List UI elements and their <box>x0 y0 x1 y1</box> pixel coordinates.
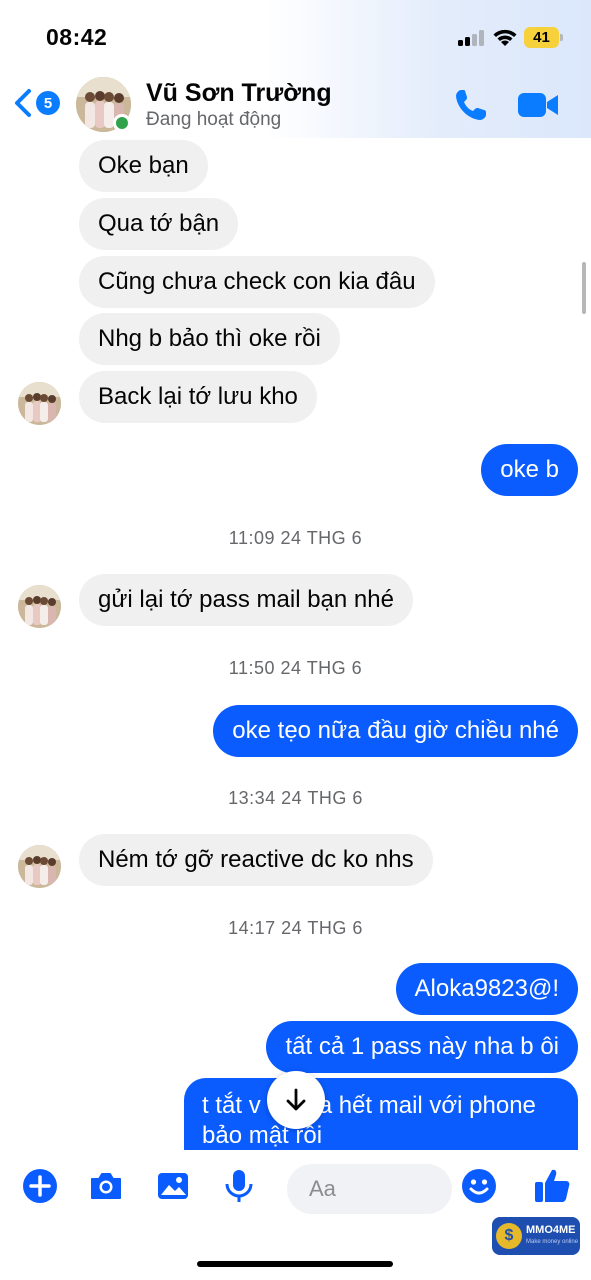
home-indicator[interactable] <box>197 1261 393 1267</box>
outgoing-message[interactable]: Aloka9823@! <box>395 963 578 1015</box>
sender-avatar[interactable] <box>18 382 61 425</box>
thumbs-up-icon[interactable] <box>533 1166 571 1204</box>
incoming-message[interactable]: Nhg b bảo thì oke rồi <box>79 313 340 365</box>
cellular-signal-icon <box>458 30 486 46</box>
message-text: a hết mail với phone <box>318 1092 536 1119</box>
outgoing-message[interactable]: oke tẹo nữa đầu giờ chiều nhé <box>213 705 578 757</box>
message-timestamp: 13:34 24 THG 6 <box>228 788 363 808</box>
message-text: bảo mật rồi <box>202 1122 323 1149</box>
camera-icon[interactable] <box>88 1168 124 1204</box>
incoming-message[interactable]: Oke bạn <box>79 140 208 192</box>
outgoing-message[interactable]: t tắt v a hết mail với phone bảo mật rồi <box>184 1078 578 1150</box>
incoming-message[interactable]: gửi lại tớ pass mail bạn nhé <box>79 574 413 626</box>
chat-header: 08:42 41 5 Vũ Sơn Trường Đang hoạt động <box>0 0 591 138</box>
battery-level: 41 <box>524 27 559 48</box>
battery-icon: 41 <box>524 27 564 48</box>
unread-count-badge: 5 <box>36 91 60 115</box>
status-time: 08:42 <box>46 24 108 50</box>
message-input[interactable]: Aa <box>287 1164 452 1214</box>
back-chevron-icon <box>15 89 31 117</box>
message-list[interactable]: Oke bạn Qua tớ bận Cũng chưa check con k… <box>0 138 591 1150</box>
sender-avatar[interactable] <box>18 845 61 888</box>
arrow-down-icon <box>286 1088 306 1111</box>
watermark-tagline: Make money online <box>526 1239 579 1245</box>
watermark-logo: $ MMO4ME Make money online <box>492 1217 580 1255</box>
video-camera-icon[interactable] <box>516 89 560 121</box>
incoming-message[interactable]: Qua tớ bận <box>79 198 239 250</box>
watermark-brand: MMO4ME <box>526 1224 576 1236</box>
image-icon[interactable] <box>155 1168 191 1204</box>
message-text: t tắt v <box>202 1092 261 1119</box>
contact-status: Đang hoạt động <box>146 109 282 130</box>
online-status-dot <box>113 114 131 132</box>
scroll-to-bottom-button[interactable] <box>267 1071 325 1129</box>
sender-avatar[interactable] <box>18 585 61 628</box>
dollar-icon: $ <box>496 1223 522 1249</box>
outgoing-message[interactable]: oke b <box>481 444 578 496</box>
phone-icon[interactable] <box>453 87 489 123</box>
back-button[interactable]: 5 <box>12 86 64 120</box>
incoming-message[interactable]: Back lại tớ lưu kho <box>79 371 317 423</box>
incoming-message[interactable]: Cũng chưa check con kia đâu <box>79 256 435 308</box>
plus-icon[interactable] <box>22 1168 58 1204</box>
message-timestamp: 11:50 24 THG 6 <box>228 658 363 678</box>
message-timestamp: 11:09 24 THG 6 <box>228 528 363 548</box>
scrollbar[interactable] <box>582 262 586 314</box>
contact-name[interactable]: Vũ Sơn Trường <box>146 79 332 108</box>
outgoing-message[interactable]: tất cả 1 pass này nha b ôi <box>266 1021 578 1073</box>
message-timestamp: 14:17 24 THG 6 <box>228 918 363 938</box>
microphone-icon[interactable] <box>221 1168 257 1204</box>
wifi-icon <box>493 29 517 46</box>
incoming-message[interactable]: Ném tớ gỡ reactive dc ko nhs <box>79 834 433 886</box>
emoji-icon[interactable] <box>461 1168 497 1204</box>
